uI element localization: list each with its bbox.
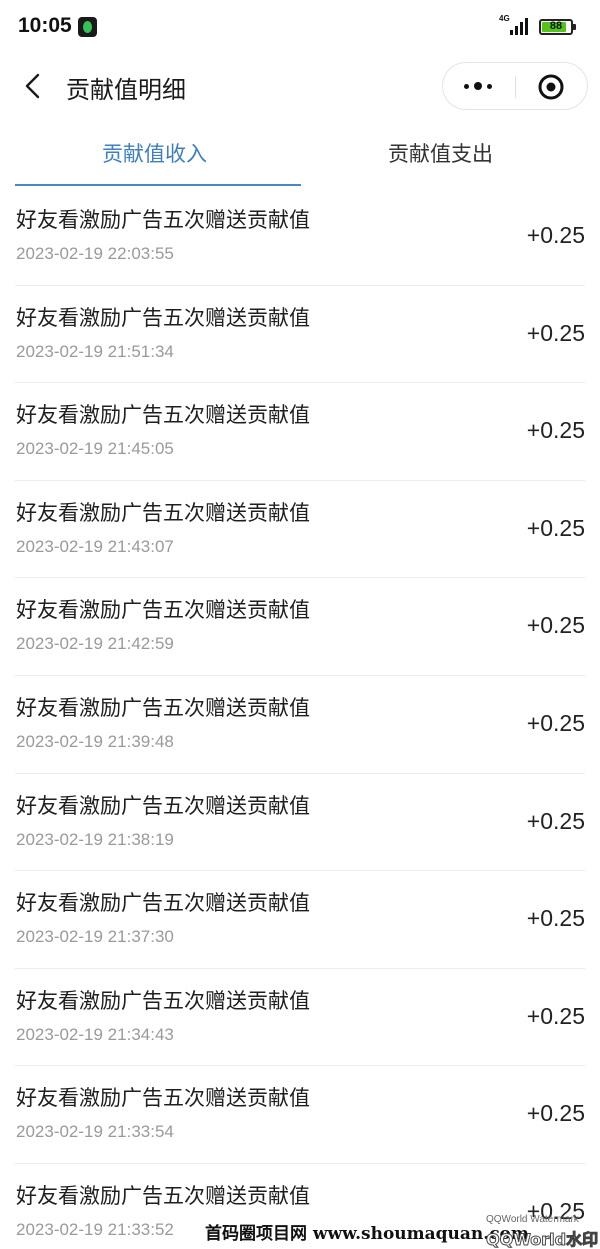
list-item[interactable]: 好友看激励广告五次赠送贡献值 2023-02-19 21:45:05 +0.25	[0, 383, 600, 481]
list-item[interactable]: 好友看激励广告五次赠送贡献值 2023-02-19 21:42:59 +0.25	[0, 578, 600, 676]
record-time: 2023-02-19 21:51:34	[16, 341, 174, 361]
record-time: 2023-02-19 21:38:19	[16, 829, 174, 849]
record-list: 好友看激励广告五次赠送贡献值 2023-02-19 22:03:55 +0.25…	[0, 188, 600, 1249]
site-watermark: 首码圈项目网 www.shoumaquan.com	[205, 1224, 529, 1244]
active-tab-indicator	[15, 184, 301, 186]
record-name: 好友看激励广告五次赠送贡献值	[16, 891, 310, 916]
list-item[interactable]: 好友看激励广告五次赠送贡献值 2023-02-19 21:39:48 +0.25	[0, 676, 600, 774]
qqworld-watermark-caption: QQWorld Watermark	[486, 1214, 579, 1225]
record-time: 2023-02-19 21:45:05	[16, 439, 174, 459]
list-item[interactable]: 好友看激励广告五次赠送贡献值 2023-02-19 21:51:34 +0.25	[0, 286, 600, 384]
record-time: 2023-02-19 21:42:59	[16, 634, 174, 654]
battery-icon: 88	[539, 19, 576, 35]
record-amount: +0.25	[526, 709, 585, 736]
record-name: 好友看激励广告五次赠送贡献值	[16, 1183, 310, 1208]
mini-program-capsule	[442, 62, 588, 110]
tab-expense[interactable]: 贡献值支出	[388, 138, 493, 168]
record-name: 好友看激励广告五次赠送贡献值	[16, 403, 310, 428]
record-time: 2023-02-19 21:39:48	[16, 731, 174, 751]
record-time: 2023-02-19 21:37:30	[16, 927, 174, 947]
list-item[interactable]: 好友看激励广告五次赠送贡献值 2023-02-19 21:37:30 +0.25	[0, 871, 600, 969]
record-time: 2023-02-19 21:33:52	[16, 1219, 174, 1239]
list-item[interactable]: 好友看激励广告五次赠送贡献值 2023-02-19 22:03:55 +0.25	[0, 188, 600, 286]
record-name: 好友看激励广告五次赠送贡献值	[16, 305, 310, 330]
list-item[interactable]: 好友看激励广告五次赠送贡献值 2023-02-19 21:33:54 +0.25	[0, 1066, 600, 1164]
app-screen: 10:05 4G 88 贡献值明细 贡献值收入 贡献值支出 好友看激励广告五次赠…	[0, 0, 600, 1249]
target-circle-icon	[538, 74, 564, 100]
list-item[interactable]: 好友看激励广告五次赠送贡献值 2023-02-19 21:34:43 +0.25	[0, 969, 600, 1067]
close-button[interactable]	[516, 63, 588, 109]
back-button[interactable]	[16, 68, 52, 104]
record-time: 2023-02-19 21:43:07	[16, 536, 174, 556]
tab-bar: 贡献值收入 贡献值支出	[0, 126, 600, 188]
record-time: 2023-02-19 21:34:43	[16, 1024, 174, 1044]
record-amount: +0.25	[526, 319, 585, 346]
record-amount: +0.25	[526, 905, 585, 932]
status-bar: 10:05 4G 88	[0, 0, 600, 56]
network-type: 4G	[499, 14, 510, 23]
record-name: 好友看激励广告五次赠送贡献值	[16, 500, 310, 525]
record-time: 2023-02-19 21:33:54	[16, 1122, 174, 1142]
tab-income[interactable]: 贡献值收入	[102, 138, 207, 168]
more-dots-icon	[464, 84, 469, 89]
record-name: 好友看激励广告五次赠送贡献值	[16, 988, 310, 1013]
record-amount: +0.25	[526, 612, 585, 639]
record-time: 2023-02-19 22:03:55	[16, 244, 174, 263]
status-time: 10:05	[18, 14, 72, 37]
record-name: 好友看激励广告五次赠送贡献值	[16, 695, 310, 720]
page-title: 贡献值明细	[66, 76, 186, 104]
battery-level: 88	[549, 20, 563, 32]
record-amount: +0.25	[526, 1100, 585, 1127]
record-amount: +0.25	[526, 807, 585, 834]
record-amount: +0.25	[526, 222, 585, 248]
record-name: 好友看激励广告五次赠送贡献值	[16, 793, 310, 818]
record-amount: +0.25	[526, 1002, 585, 1029]
record-name: 好友看激励广告五次赠送贡献值	[16, 1086, 310, 1111]
list-item[interactable]: 好友看激励广告五次赠送贡献值 2023-02-19 21:43:07 +0.25	[0, 481, 600, 579]
chevron-left-icon	[25, 73, 40, 99]
list-item[interactable]: 好友看激励广告五次赠送贡献值 2023-02-19 21:38:19 +0.25	[0, 774, 600, 872]
record-amount: +0.25	[526, 417, 585, 444]
app-notification-icon	[78, 17, 97, 37]
signal-icon: 4G	[497, 14, 533, 38]
record-name: 好友看激励广告五次赠送贡献值	[16, 598, 310, 623]
record-name: 好友看激励广告五次赠送贡献值	[16, 208, 310, 232]
navigation-bar: 贡献值明细	[0, 56, 600, 116]
more-button[interactable]	[443, 63, 515, 109]
qqworld-watermark: QQWorld水印	[485, 1230, 599, 1249]
record-amount: +0.25	[526, 514, 585, 541]
